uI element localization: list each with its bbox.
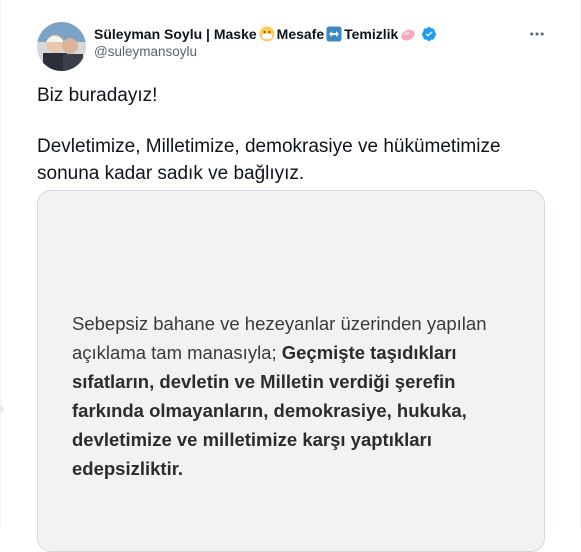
more-options-icon[interactable] [527,24,547,44]
soap-icon [400,26,416,42]
avatar[interactable] [37,22,86,71]
tweet-text: Biz buradayız! Devletimize, Milletimize,… [37,82,557,187]
author-name-part3: Temizlik [344,26,399,42]
tweet: Süleyman Soylu | Maske Mesafe Temizlik @… [0,0,581,552]
tweet-media-image[interactable]: Sebepsiz bahane ve hezeyanlar üzerinden … [37,190,545,552]
author-name[interactable]: Süleyman Soylu | Maske Mesafe Temizlik [94,24,437,44]
tweet-text-line2: Devletimize, Milletimize, demokrasiye ve… [37,136,501,184]
verified-badge-icon [421,26,437,42]
author-name-part1: Süleyman Soylu | Maske [94,26,257,42]
tweet-text-line1: Biz buradayız! [37,85,158,106]
face-with-medical-mask-icon [259,26,275,42]
left-right-arrow-icon [326,26,342,42]
media-statement: Sebepsiz bahane ve hezeyanlar üzerinden … [72,309,532,483]
author-handle[interactable]: @suleymansoylu [94,44,197,59]
author-name-part2: Mesafe [276,26,325,42]
